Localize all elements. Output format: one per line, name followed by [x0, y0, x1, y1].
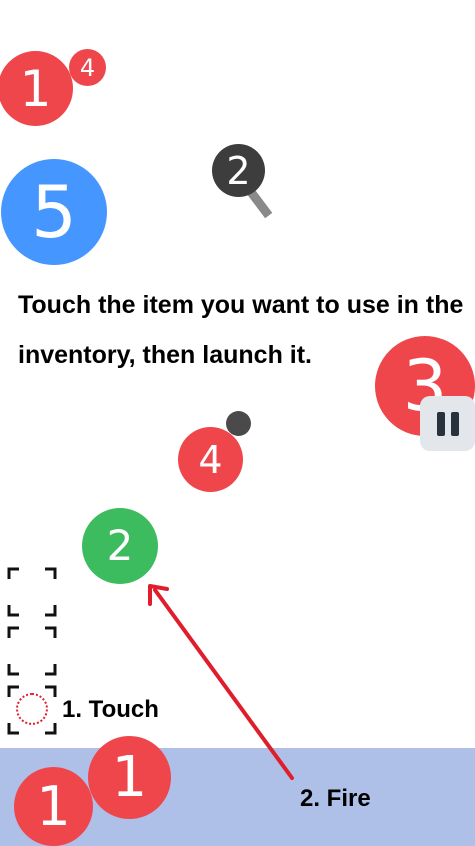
fire-direction-arrow: [148, 584, 294, 780]
